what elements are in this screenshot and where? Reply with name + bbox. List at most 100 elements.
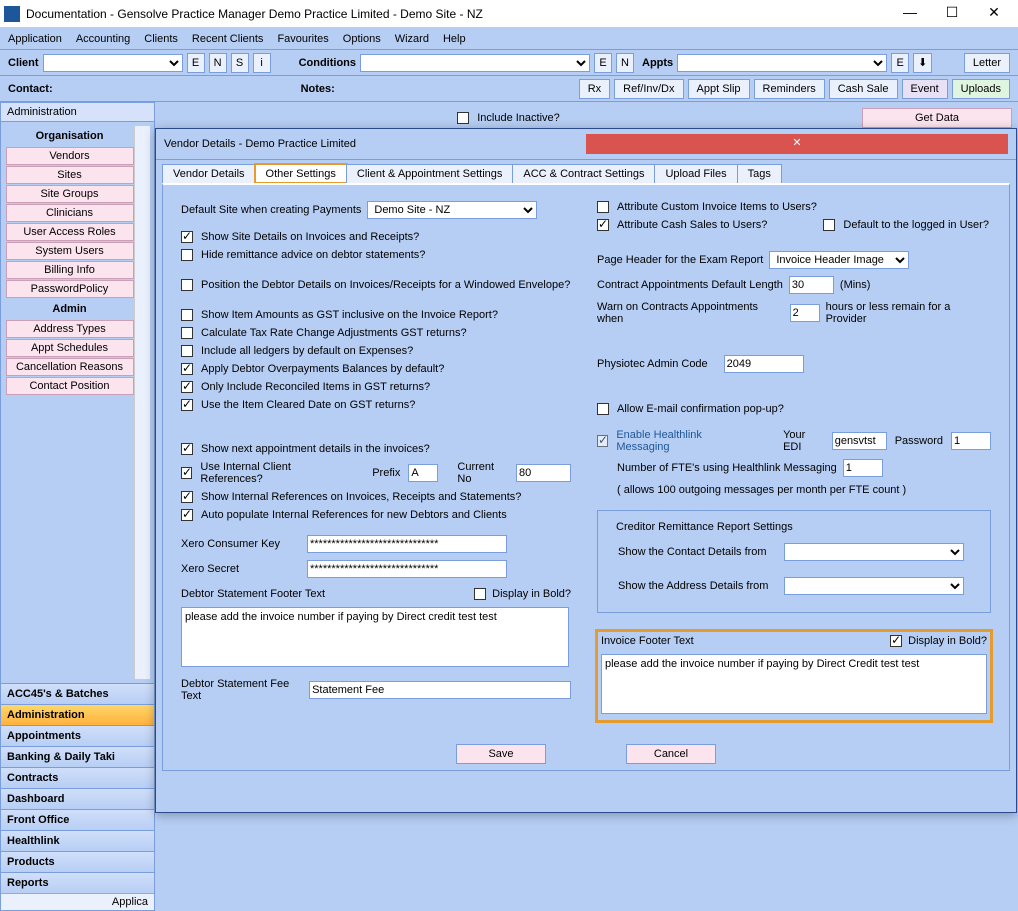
nav-banking-daily-taki[interactable]: Banking & Daily Taki bbox=[1, 746, 154, 767]
sidebar-btn-billing-info[interactable]: Billing Info bbox=[6, 261, 134, 279]
sidebar-btn-clinicians[interactable]: Clinicians bbox=[6, 204, 134, 222]
sidebar-btn-vendors[interactable]: Vendors bbox=[6, 147, 134, 165]
nav-reports[interactable]: Reports bbox=[1, 872, 154, 893]
password-input[interactable] bbox=[951, 432, 991, 450]
appt-slip-button[interactable]: Appt Slip bbox=[688, 79, 750, 99]
save-button[interactable]: Save bbox=[456, 744, 546, 764]
enable-healthlink-checkbox[interactable] bbox=[597, 435, 608, 447]
conditions-e-button[interactable]: E bbox=[594, 53, 612, 73]
xero-consumer-key-input[interactable] bbox=[307, 535, 507, 553]
prefix-input[interactable] bbox=[408, 464, 438, 482]
default-site-select[interactable]: Demo Site - NZ bbox=[367, 201, 537, 219]
nav-healthlink[interactable]: Healthlink bbox=[1, 830, 154, 851]
physiotec-input[interactable] bbox=[724, 355, 804, 373]
nav-products[interactable]: Products bbox=[1, 851, 154, 872]
sidebar-scrollbar[interactable] bbox=[134, 126, 150, 679]
checkbox[interactable] bbox=[181, 509, 193, 521]
debtor-fee-input[interactable] bbox=[309, 681, 571, 699]
invoice-footer-textarea[interactable]: please add the invoice number if paying … bbox=[601, 654, 987, 714]
contract-length-input[interactable] bbox=[789, 276, 834, 294]
menu-options[interactable]: Options bbox=[343, 33, 381, 45]
show-contact-select[interactable] bbox=[784, 543, 964, 561]
show-address-select[interactable] bbox=[784, 577, 964, 595]
checkbox[interactable] bbox=[181, 467, 192, 479]
tab-vendor-details[interactable]: Vendor Details bbox=[162, 164, 256, 183]
conditions-n-button[interactable]: N bbox=[616, 53, 634, 73]
checkbox[interactable] bbox=[181, 327, 193, 339]
tab-tags[interactable]: Tags bbox=[737, 164, 782, 183]
currentno-input[interactable] bbox=[516, 464, 571, 482]
maximize-button[interactable]: ☐ bbox=[938, 5, 966, 23]
tab-client-appointment-settings[interactable]: Client & Appointment Settings bbox=[346, 164, 514, 183]
ref-inv-dx-button[interactable]: Ref/Inv/Dx bbox=[614, 79, 683, 99]
close-button[interactable]: ✕ bbox=[980, 5, 1008, 23]
tab-acc-contract-settings[interactable]: ACC & Contract Settings bbox=[512, 164, 655, 183]
letter-button[interactable]: Letter bbox=[964, 53, 1010, 73]
your-edi-input[interactable] bbox=[832, 432, 887, 450]
sidebar-btn-address-types[interactable]: Address Types bbox=[6, 320, 134, 338]
nav-contracts[interactable]: Contracts bbox=[1, 767, 154, 788]
checkbox[interactable] bbox=[181, 381, 193, 393]
checkbox[interactable] bbox=[181, 363, 193, 375]
get-data-button[interactable]: Get Data bbox=[862, 108, 1012, 128]
page-header-select[interactable]: Invoice Header Image bbox=[769, 251, 909, 269]
sidebar-btn-site-groups[interactable]: Site Groups bbox=[6, 185, 134, 203]
checkbox[interactable] bbox=[181, 491, 193, 503]
nav-appointments[interactable]: Appointments bbox=[1, 725, 154, 746]
client-n-button[interactable]: N bbox=[209, 53, 227, 73]
cancel-button[interactable]: Cancel bbox=[626, 744, 716, 764]
event-button[interactable]: Event bbox=[902, 79, 948, 99]
attr-cash-checkbox[interactable] bbox=[597, 219, 609, 231]
menu-clients[interactable]: Clients bbox=[144, 33, 178, 45]
menu-recent-clients[interactable]: Recent Clients bbox=[192, 33, 264, 45]
checkbox[interactable] bbox=[181, 279, 193, 291]
sidebar-btn-passwordpolicy[interactable]: PasswordPolicy bbox=[6, 280, 134, 298]
menu-help[interactable]: Help bbox=[443, 33, 466, 45]
sidebar-btn-cancellation-reasons[interactable]: Cancellation Reasons bbox=[6, 358, 134, 376]
debtor-display-bold-checkbox[interactable] bbox=[474, 588, 486, 600]
client-e-button[interactable]: E bbox=[187, 53, 205, 73]
sidebar-btn-user-access-roles[interactable]: User Access Roles bbox=[6, 223, 134, 241]
client-i-button[interactable]: i bbox=[253, 53, 271, 73]
minimize-button[interactable]: — bbox=[896, 5, 924, 23]
download-icon[interactable]: ⬇ bbox=[913, 53, 932, 73]
tab-other-settings[interactable]: Other Settings bbox=[255, 164, 347, 183]
menu-wizard[interactable]: Wizard bbox=[395, 33, 429, 45]
appts-e-button[interactable]: E bbox=[891, 53, 909, 73]
menu-favourites[interactable]: Favourites bbox=[277, 33, 328, 45]
cash-sale-button[interactable]: Cash Sale bbox=[829, 79, 898, 99]
reminders-button[interactable]: Reminders bbox=[754, 79, 825, 99]
nav-administration[interactable]: Administration bbox=[1, 704, 154, 725]
checkbox[interactable] bbox=[181, 399, 193, 411]
checkbox[interactable] bbox=[181, 443, 193, 455]
xero-secret-input[interactable] bbox=[307, 560, 507, 578]
checkbox[interactable] bbox=[181, 345, 193, 357]
sidebar-btn-sites[interactable]: Sites bbox=[6, 166, 134, 184]
client-s-button[interactable]: S bbox=[231, 53, 249, 73]
appts-select[interactable] bbox=[677, 54, 887, 72]
sidebar-btn-appt-schedules[interactable]: Appt Schedules bbox=[6, 339, 134, 357]
sidebar-header[interactable]: Administration bbox=[1, 103, 154, 122]
menu-application[interactable]: Application bbox=[8, 33, 62, 45]
debtor-statement-footer-textarea[interactable]: please add the invoice number if paying … bbox=[181, 607, 569, 667]
sidebar-btn-system-users[interactable]: System Users bbox=[6, 242, 134, 260]
invoice-display-bold-checkbox[interactable] bbox=[890, 635, 902, 647]
checkbox[interactable] bbox=[181, 231, 193, 243]
nav-dashboard[interactable]: Dashboard bbox=[1, 788, 154, 809]
warn-contracts-input[interactable] bbox=[790, 304, 820, 322]
uploads-button[interactable]: Uploads bbox=[952, 79, 1010, 99]
include-inactive-checkbox[interactable] bbox=[457, 112, 469, 124]
sidebar-btn-contact-position[interactable]: Contact Position bbox=[6, 377, 134, 395]
client-select[interactable] bbox=[43, 54, 183, 72]
tab-upload-files[interactable]: Upload Files bbox=[654, 164, 737, 183]
default-logged-checkbox[interactable] bbox=[823, 219, 835, 231]
checkbox[interactable] bbox=[181, 249, 193, 261]
allow-email-checkbox[interactable] bbox=[597, 403, 609, 415]
conditions-select[interactable] bbox=[360, 54, 590, 72]
nav-acc-s-batches[interactable]: ACC45's & Batches bbox=[1, 683, 154, 704]
menu-accounting[interactable]: Accounting bbox=[76, 33, 130, 45]
fte-input[interactable] bbox=[843, 459, 883, 477]
attr-custom-checkbox[interactable] bbox=[597, 201, 609, 213]
checkbox[interactable] bbox=[181, 309, 193, 321]
nav-front-office[interactable]: Front Office bbox=[1, 809, 154, 830]
